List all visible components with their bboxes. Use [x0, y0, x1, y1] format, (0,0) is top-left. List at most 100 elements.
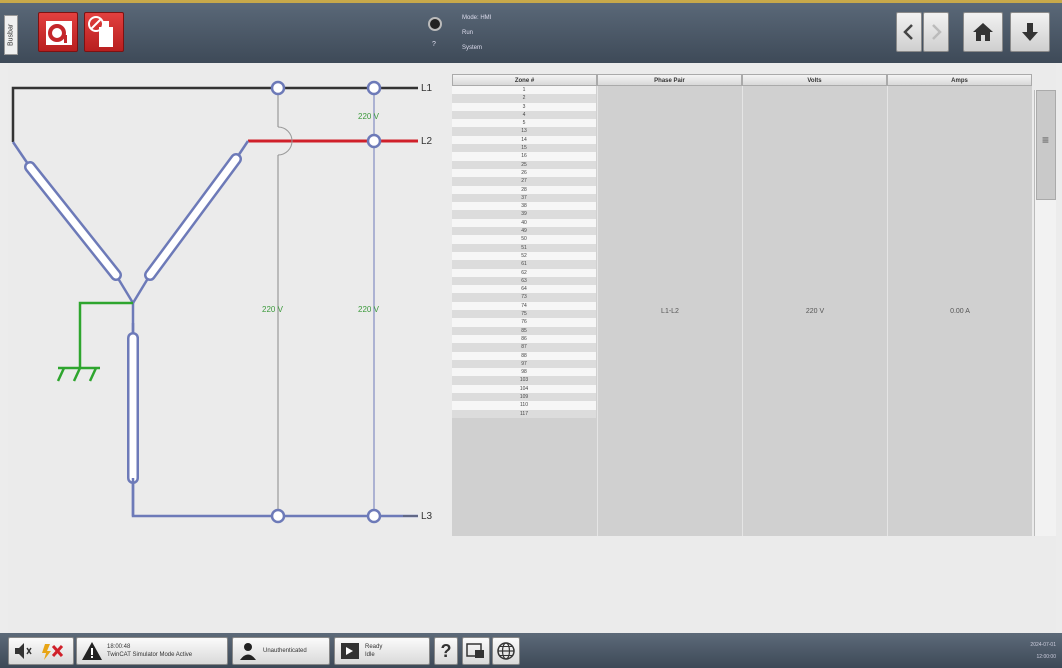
- zone-row[interactable]: 52: [452, 251, 596, 261]
- status-indicator: Mode: HMI Run System ?: [428, 13, 528, 57]
- voltage-l1-l2: 220 V: [358, 112, 380, 121]
- mode-text: Ready: [365, 644, 383, 650]
- zone-row[interactable]: 37: [452, 193, 596, 203]
- volts-cell: 220 V: [742, 86, 887, 536]
- zone-row[interactable]: 98: [452, 368, 596, 377]
- zone-row[interactable]: 14: [452, 135, 596, 145]
- node-l2: [366, 133, 382, 149]
- zone-row[interactable]: 63: [452, 276, 596, 286]
- zone-row[interactable]: 3: [452, 102, 596, 111]
- bottom-bar: 18:00:48 TwinCAT Simulator Mode Active U…: [0, 633, 1062, 668]
- zone-row[interactable]: 1: [452, 86, 596, 95]
- screenshot-button[interactable]: [462, 637, 490, 665]
- zone-row[interactable]: 4: [452, 110, 596, 120]
- arrow-down-icon: [1022, 23, 1038, 41]
- status-mode: Mode: HMI: [462, 15, 492, 21]
- zone-row[interactable]: 28: [452, 185, 596, 194]
- zone-row[interactable]: 25: [452, 160, 596, 169]
- language-button[interactable]: [492, 637, 520, 665]
- zone-row[interactable]: 104: [452, 384, 596, 393]
- clock-date: 2024-07-01: [1030, 642, 1056, 648]
- lockout-button[interactable]: [84, 12, 124, 52]
- node-l1-b: [366, 80, 382, 96]
- zone-row[interactable]: 87: [452, 343, 596, 352]
- help-button[interactable]: ?: [434, 637, 458, 665]
- screenshot-icon: [466, 643, 484, 658]
- node-l3-a: [270, 508, 286, 524]
- zone-row[interactable]: 15: [452, 144, 596, 153]
- zone-row[interactable]: 39: [452, 210, 596, 219]
- zone-row[interactable]: 27: [452, 177, 596, 186]
- zone-row[interactable]: 75: [452, 310, 596, 319]
- scroll-thumb[interactable]: ≡: [1036, 90, 1056, 200]
- node-l3-b: [366, 508, 382, 524]
- mode-button[interactable]: Ready Idle: [334, 637, 430, 665]
- zone-row[interactable]: 51: [452, 243, 596, 252]
- zone-row[interactable]: 110: [452, 401, 596, 410]
- alarm-text: TwinCAT Simulator Mode Active: [107, 652, 193, 658]
- label-l1: L1: [421, 83, 433, 94]
- zone-row[interactable]: 38: [452, 202, 596, 211]
- zone-row[interactable]: 86: [452, 334, 596, 344]
- status-run: Run: [462, 30, 474, 36]
- zone-row[interactable]: 61: [452, 260, 596, 269]
- table-scrollbar[interactable]: ≡: [1034, 90, 1056, 536]
- back-button[interactable]: [896, 12, 922, 52]
- zone-row[interactable]: 103: [452, 376, 596, 385]
- zone-row[interactable]: 40: [452, 218, 596, 228]
- zone-row[interactable]: 97: [452, 359, 596, 369]
- phase-pair-cell: L1-L2: [597, 86, 742, 536]
- voltage-l2-l3: 220 V: [358, 305, 380, 314]
- chevron-left-icon: [903, 24, 913, 40]
- power-off-icon: [46, 21, 72, 45]
- home-icon: [973, 23, 993, 41]
- header-phase-pair[interactable]: Phase Pair: [597, 74, 742, 86]
- zone-list[interactable]: 1 2 3 4 5 13 14 15 16 25 26 27 28 37 38 39 40 49 50 51 52 61 6…: [452, 86, 596, 536]
- zone-row[interactable]: 85: [452, 326, 596, 335]
- globe-icon: [497, 642, 515, 660]
- zone-row[interactable]: 117: [452, 409, 596, 418]
- speaker-mute-icon: [15, 643, 32, 659]
- forward-button[interactable]: [923, 12, 949, 52]
- zone-row[interactable]: 50: [452, 235, 596, 244]
- user-text: Unauthenticated: [263, 648, 307, 654]
- zone-row[interactable]: 73: [452, 293, 596, 302]
- clock: 2024-07-01 12:00:00: [1030, 639, 1056, 663]
- download-button[interactable]: [1010, 12, 1050, 52]
- zone-row[interactable]: 76: [452, 318, 596, 327]
- home-button[interactable]: [963, 12, 1003, 52]
- ground-wire: [78, 301, 133, 368]
- status-question: ?: [432, 41, 436, 48]
- header-zone[interactable]: Zone #: [452, 74, 597, 86]
- side-tab[interactable]: Busbar: [4, 15, 18, 55]
- zone-row[interactable]: 2: [452, 94, 596, 103]
- zone-row[interactable]: 88: [452, 351, 596, 360]
- header-amps[interactable]: Amps: [887, 74, 1032, 86]
- audio-alarm-button[interactable]: [8, 637, 74, 665]
- zone-row[interactable]: 26: [452, 168, 596, 178]
- user-icon: [240, 643, 256, 660]
- stop-button[interactable]: [38, 12, 78, 52]
- zone-row[interactable]: 109: [452, 392, 596, 402]
- zone-row[interactable]: 5: [452, 119, 596, 128]
- zone-row[interactable]: 13: [452, 127, 596, 136]
- alarm-clear-icon: [42, 644, 64, 660]
- zone-row[interactable]: 16: [452, 152, 596, 161]
- zone-row[interactable]: 62: [452, 268, 596, 277]
- zone-row[interactable]: 64: [452, 285, 596, 294]
- no-heat-icon: [88, 16, 113, 47]
- header-volts[interactable]: Volts: [742, 74, 887, 86]
- alarm-banner[interactable]: 18:00:48 TwinCAT Simulator Mode Active: [76, 637, 228, 665]
- label-l2: L2: [421, 136, 433, 147]
- warning-icon: [82, 642, 102, 660]
- mode-icon: [341, 643, 359, 659]
- wye-diagram: L1 L2 L3 220 V 220 V 220 V: [11, 80, 433, 524]
- clock-time: 12:00:00: [1036, 654, 1056, 660]
- status-light-icon: [428, 17, 442, 31]
- node-l1-a: [270, 80, 286, 96]
- user-button[interactable]: Unauthenticated: [232, 637, 330, 665]
- voltage-l1-l3: 220 V: [262, 305, 284, 314]
- zone-row[interactable]: 49: [452, 227, 596, 236]
- zone-row[interactable]: 74: [452, 301, 596, 311]
- amps-cell: 0.00 A: [887, 86, 1032, 536]
